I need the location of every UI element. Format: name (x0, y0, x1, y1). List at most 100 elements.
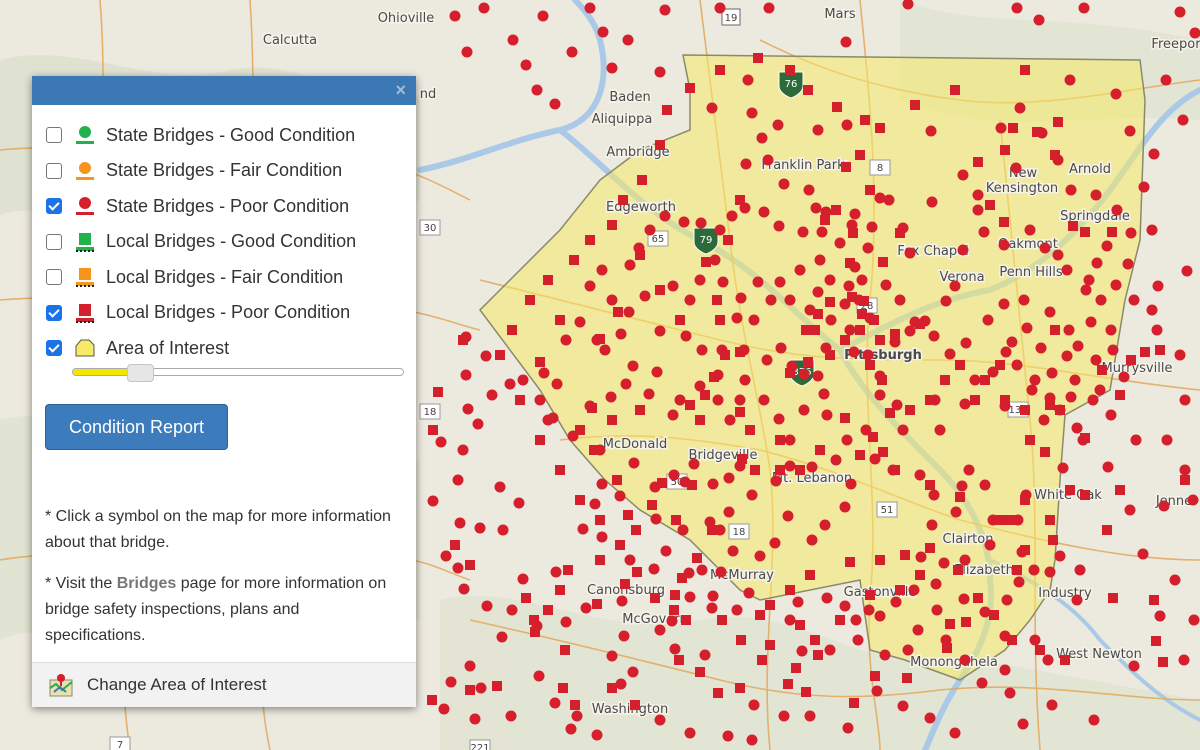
state-bridge-poor-marker[interactable] (902, 644, 914, 656)
local-bridge-poor-marker[interactable] (925, 543, 935, 553)
state-bridge-poor-marker[interactable] (1004, 687, 1016, 699)
state-bridge-poor-marker[interactable] (1052, 249, 1064, 261)
local-bridge-poor-marker[interactable] (692, 553, 702, 563)
state-bridge-poor-marker[interactable] (1085, 316, 1097, 328)
state-bridge-poor-marker[interactable] (765, 294, 777, 306)
local-bridge-poor-marker[interactable] (433, 387, 443, 397)
state-bridge-poor-marker[interactable] (1044, 306, 1056, 318)
state-bridge-poor-marker[interactable] (615, 678, 627, 690)
state-bridge-poor-marker[interactable] (606, 650, 618, 662)
state-bridge-poor-marker[interactable] (460, 369, 472, 381)
state-bridge-poor-marker[interactable] (1035, 342, 1047, 354)
state-bridge-poor-marker[interactable] (724, 414, 736, 426)
local-bridge-poor-marker[interactable] (973, 157, 983, 167)
state-bridge-poor-marker[interactable] (481, 600, 493, 612)
state-bridge-poor-marker[interactable] (914, 469, 926, 481)
state-bridge-poor-marker[interactable] (1111, 204, 1123, 216)
state-bridge-poor-marker[interactable] (494, 481, 506, 493)
state-bridge-poor-marker[interactable] (1039, 242, 1051, 254)
state-bridge-poor-marker[interactable] (1061, 350, 1073, 362)
local-bridge-poor-marker[interactable] (915, 319, 925, 329)
local-bridge-poor-marker[interactable] (875, 123, 885, 133)
local-bridge-poor-marker[interactable] (543, 275, 553, 285)
local-bridge-poor-marker[interactable] (757, 655, 767, 665)
local-bridge-poor-marker[interactable] (428, 425, 438, 435)
local-bridge-poor-marker[interactable] (1115, 485, 1125, 495)
local-bridge-poor-marker[interactable] (1012, 565, 1022, 575)
state-bridge-poor-marker[interactable] (742, 74, 754, 86)
local-bridge-poor-marker[interactable] (885, 408, 895, 418)
state-bridge-poor-marker[interactable] (880, 279, 892, 291)
state-bridge-poor-marker[interactable] (550, 566, 562, 578)
local-bridge-poor-marker[interactable] (657, 478, 667, 488)
state-bridge-poor-marker[interactable] (1011, 2, 1023, 14)
state-bridge-poor-marker[interactable] (778, 178, 790, 190)
state-bridge-poor-marker[interactable] (723, 472, 735, 484)
local-bridge-poor-marker[interactable] (585, 235, 595, 245)
local-bridge-poor-marker[interactable] (465, 560, 475, 570)
local-bridge-poor-marker[interactable] (1180, 475, 1190, 485)
local-bridge-poor-marker[interactable] (940, 375, 950, 385)
state-bridge-poor-marker[interactable] (999, 664, 1011, 676)
local-bridge-poor-marker[interactable] (1060, 655, 1070, 665)
local-bridge-poor-marker[interactable] (855, 450, 865, 460)
state-bridge-poor-marker[interactable] (452, 562, 464, 574)
state-bridge-poor-marker[interactable] (1128, 660, 1140, 672)
local-bridge-poor-marker[interactable] (1050, 325, 1060, 335)
local-bridge-poor-marker[interactable] (677, 573, 687, 583)
state-bridge-poor-marker[interactable] (1010, 162, 1022, 174)
local-bridge-poor-marker[interactable] (1050, 150, 1060, 160)
local-bridge-poor-marker[interactable] (1007, 635, 1017, 645)
state-bridge-poor-marker[interactable] (1188, 614, 1200, 626)
local-bridge-poor-marker[interactable] (973, 593, 983, 603)
local-bridge-poor-marker[interactable] (765, 600, 775, 610)
local-bridge-poor-marker[interactable] (775, 435, 785, 445)
state-bridge-poor-marker[interactable] (940, 295, 952, 307)
state-bridge-poor-marker[interactable] (560, 616, 572, 628)
state-bridge-poor-marker[interactable] (1046, 367, 1058, 379)
state-bridge-poor-marker[interactable] (589, 498, 601, 510)
local-bridge-poor-marker[interactable] (859, 296, 869, 306)
state-bridge-poor-marker[interactable] (883, 194, 895, 206)
local-bridge-poor-marker[interactable] (980, 375, 990, 385)
state-bridge-poor-marker[interactable] (931, 604, 943, 616)
local-bridge-poor-marker[interactable] (910, 100, 920, 110)
local-bridge-poor-marker[interactable] (607, 220, 617, 230)
state-bridge-poor-marker[interactable] (584, 280, 596, 292)
state-bridge-poor-marker[interactable] (707, 478, 719, 490)
state-bridge-poor-marker[interactable] (841, 119, 853, 131)
local-bridge-poor-marker[interactable] (662, 105, 672, 115)
state-bridge-poor-marker[interactable] (659, 4, 671, 16)
local-bridge-poor-marker[interactable] (989, 610, 999, 620)
local-bridge-poor-marker[interactable] (650, 593, 660, 603)
state-bridge-poor-marker[interactable] (506, 604, 518, 616)
state-bridge-poor-marker[interactable] (735, 292, 747, 304)
local-bridge-poor-marker[interactable] (813, 309, 823, 319)
state-bridge-poor-marker[interactable] (754, 550, 766, 562)
state-bridge-poor-marker[interactable] (427, 495, 439, 507)
local-bridge-poor-marker[interactable] (712, 295, 722, 305)
state-bridge-poor-marker[interactable] (668, 469, 680, 481)
local-bridge-poor-marker[interactable] (750, 465, 760, 475)
state-bridge-poor-marker[interactable] (1006, 336, 1018, 348)
local-bridge-poor-marker[interactable] (492, 681, 502, 691)
state-bridge-poor-marker[interactable] (908, 584, 920, 596)
local-bridge-poor-marker[interactable] (1040, 447, 1050, 457)
state-bridge-poor-marker[interactable] (1160, 74, 1172, 86)
state-bridge-poor-marker[interactable] (674, 394, 686, 406)
local-bridge-poor-marker[interactable] (1126, 355, 1136, 365)
state-bridge-poor-marker[interactable] (1169, 574, 1181, 586)
state-bridge-poor-marker[interactable] (894, 294, 906, 306)
local-bridge-poor-marker[interactable] (735, 407, 745, 417)
local-bridge-poor-marker[interactable] (791, 663, 801, 673)
local-bridge-poor-marker[interactable] (865, 185, 875, 195)
state-bridge-poor-marker[interactable] (784, 294, 796, 306)
state-bridge-poor-marker[interactable] (438, 703, 450, 715)
state-bridge-poor-marker[interactable] (1042, 654, 1054, 666)
state-bridge-poor-marker[interactable] (1065, 184, 1077, 196)
state-bridge-poor-marker[interactable] (624, 259, 636, 271)
close-icon[interactable]: × (395, 80, 406, 100)
state-bridge-poor-marker[interactable] (874, 610, 886, 622)
local-bridge-poor-marker[interactable] (860, 115, 870, 125)
local-bridge-poor-marker[interactable] (878, 447, 888, 457)
